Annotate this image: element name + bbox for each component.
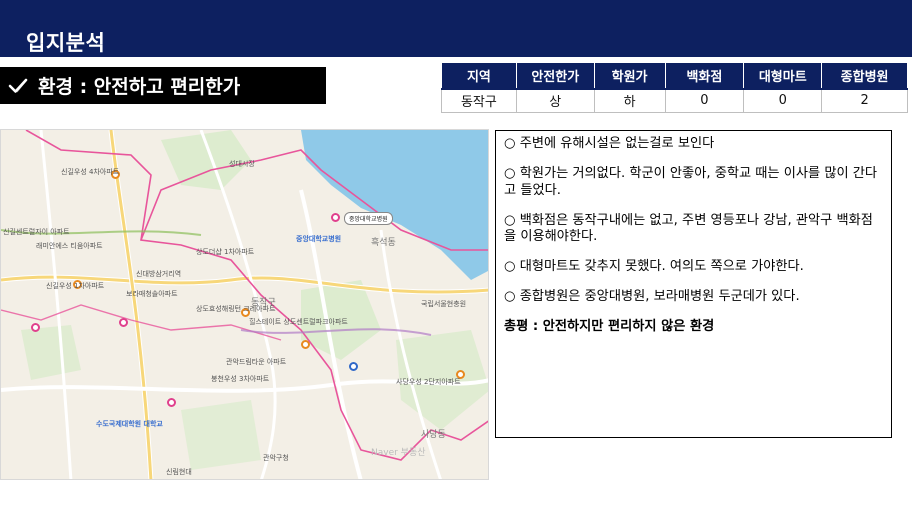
map-label: 관악구청 [263,454,289,462]
map-label: 성대시장 [229,160,255,168]
map-label: 봉천우성 3차아파트 [211,375,270,383]
map-label: 흑석동 [371,238,396,248]
map-label: 보라매청솔아파트 [126,290,178,298]
table-header-cell: 백화점 [664,62,745,90]
table-header-row: 지역 안전한가 학원가 백화점 대형마트 종합병원 [441,62,908,90]
map-pin[interactable] [301,340,310,349]
table-header-cell: 대형마트 [743,62,823,90]
table-header-cell: 지역 [441,62,517,90]
section-title-box: 환경 : 안전하고 편리한가 [0,67,326,104]
map-label: 신길센트럴자이 아파트 [3,228,70,236]
check-icon [8,77,28,95]
map-label: 중앙대학교병원 [296,235,342,243]
map-label: 사당우성 2단지아파트 [396,378,461,386]
table-cell: 하 [593,88,666,113]
table-cell: 동작구 [441,88,517,113]
table-cell: 2 [821,88,908,113]
map-label: 힐스테이트 상도센트럴파크아파트 [249,318,348,326]
note-item: ○ 주변에 유해시설은 없는걸로 보인다 [504,136,715,151]
map-watermark: Naver 부동산 [371,448,426,458]
map-label: 수도국제대학원 대학교 [96,420,163,428]
map-label: 래미안에스 티움아파트 [36,242,103,250]
map-label: 신대방삼거리역 [136,270,182,278]
map-label: 신림현대 [166,468,192,476]
map-label: 상도더샵 1차아파트 [196,248,255,256]
map-pin[interactable] [31,323,40,332]
table-row: 동작구 상 하 0 0 2 [441,88,908,113]
summary-text: 총평 : 안전하지만 편리하지 않은 환경 [504,319,715,334]
table-header-cell: 학원가 [593,62,666,90]
map-pin[interactable] [331,213,340,222]
note-item: ○ 대형마트도 갖추지 못했다. 여의도 쪽으로 가야한다. [504,259,804,274]
table-header-cell: 안전한가 [515,62,595,90]
table-cell: 상 [515,88,595,113]
page-title: 입지분석 [26,31,106,55]
map-label: 신길우성 4차아파트 [61,168,120,176]
map-pin[interactable] [119,318,128,327]
map-pin[interactable] [349,362,358,371]
map-label: 국립서울현충원 [421,300,467,308]
section-title: 환경 : 안전하고 편리한가 [38,76,241,98]
note-item: ○ 백화점은 동작구내에는 없고, 주변 영등포나 강남, 관악구 백화점을 이… [504,212,873,245]
map-label: 사당동 [421,430,446,440]
notes-box: ○ 주변에 유해시설은 없는걸로 보인다 ○ 학원가는 거의없다. 학군이 안좋… [495,130,892,438]
map-label: 신길우성 1차아파트 [46,282,105,290]
stats-table: 지역 안전한가 학원가 백화점 대형마트 종합병원 동작구 상 하 0 0 2 [441,62,908,113]
table-header-cell: 종합병원 [821,62,908,90]
map-label: 상도효성해링턴 크레아파트 [196,305,276,313]
map-pin[interactable] [167,398,176,407]
table-cell: 0 [664,88,745,113]
area-map[interactable]: 신길우성 4차아파트 신길우성 1차아파트 신길센트럴자이 아파트 래미안에스 … [0,129,489,480]
note-item: ○ 종합병원은 중앙대병원, 보라매병원 두군데가 있다. [504,289,800,304]
hospital-callout: 중앙대학교병원 [344,212,393,225]
note-item: ○ 학원가는 거의없다. 학군이 안좋아, 중학교 때는 이사를 많이 간다고 … [504,166,878,198]
table-cell: 0 [743,88,823,113]
header-bar: 입지분석 [0,0,912,57]
map-label: 관악드림타운 아파트 [226,358,287,366]
